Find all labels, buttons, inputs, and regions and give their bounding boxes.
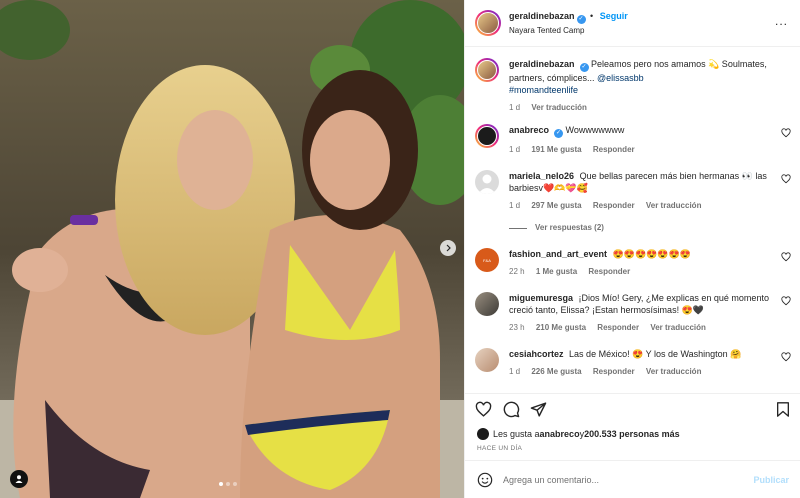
more-options-icon[interactable]: ... [775, 15, 788, 27]
comment-input[interactable] [503, 474, 743, 485]
heart-icon[interactable] [781, 352, 791, 362]
next-photo-button[interactable] [440, 240, 456, 256]
carousel-dots [219, 482, 237, 486]
follow-button[interactable]: Seguir [600, 11, 628, 21]
comment-likes[interactable]: 297 Me gusta [531, 201, 581, 210]
publish-button[interactable]: Publicar [753, 475, 789, 485]
verified-badge-icon: ✓ [579, 63, 589, 72]
reply-button[interactable]: Responder [593, 201, 635, 210]
comment-time[interactable]: 1 d [509, 367, 520, 376]
user-icon [15, 475, 23, 483]
chevron-right-icon [446, 244, 451, 252]
author-username[interactable]: geraldinebazan [509, 11, 575, 21]
author-avatar[interactable] [475, 10, 501, 36]
post-photo[interactable] [0, 0, 464, 498]
tagged-users-button[interactable] [10, 470, 28, 488]
caption: geraldinebazan ✓ Peleamos pero nos amamos… [475, 58, 793, 114]
caption-time[interactable]: 1 d [509, 103, 520, 112]
heart-icon[interactable] [475, 401, 492, 418]
comment-username[interactable]: mariela_nelo26 [509, 171, 574, 181]
caption-mention[interactable]: @elissasbb [597, 73, 644, 83]
verified-badge-icon: ✓ [576, 15, 586, 24]
liker-avatar [477, 428, 489, 440]
action-bar [465, 393, 800, 423]
comment-username[interactable]: cesiahcortez [509, 349, 564, 359]
default-avatar-icon [478, 174, 496, 194]
comment-username[interactable]: fashion_and_art_event [509, 249, 607, 259]
avatar[interactable] [475, 170, 499, 194]
comments-list[interactable]: geraldinebazan ✓ Peleamos pero nos amamos… [465, 48, 800, 392]
translate-link[interactable]: Ver traducción [646, 201, 702, 210]
separator: • [590, 11, 594, 21]
comment: anabreco ✓ Wowwwwwww 1 d 191 Me gusta Res… [475, 124, 793, 156]
comment-likes[interactable]: 226 Me gusta [531, 367, 581, 376]
comment-username[interactable]: anabreco [509, 125, 549, 135]
comment: miguemuresga ¡Dios Mío! Gery, ¿Me explic… [475, 292, 793, 334]
carousel-dot [226, 482, 230, 486]
reply-button[interactable]: Responder [593, 145, 635, 154]
translate-link[interactable]: Ver traducción [650, 323, 706, 332]
caption-username[interactable]: geraldinebazan [509, 59, 575, 69]
comment-likes[interactable]: 1 Me gusta [536, 267, 577, 276]
comment-time[interactable]: 23 h [509, 323, 525, 332]
comment-username[interactable]: miguemuresga [509, 293, 573, 303]
heart-icon[interactable] [781, 296, 791, 306]
comment: F&A fashion_and_art_event 😍😍😍😍😍😍😍 22 h 1… [475, 248, 793, 278]
divider [509, 227, 527, 229]
view-replies-button[interactable]: Ver respuestas (2) [509, 222, 779, 234]
carousel-dot [233, 482, 237, 486]
comment-time[interactable]: 22 h [509, 267, 525, 276]
post-timestamp[interactable]: HACE UN DÍA [477, 445, 522, 452]
emoji-icon[interactable] [477, 472, 493, 488]
comment-text: Wowwwwwww [565, 125, 625, 135]
likes-prefix: Les gusta a [493, 429, 540, 439]
comment-text: 😍😍😍😍😍😍😍 [612, 249, 692, 259]
avatar[interactable]: F&A [475, 248, 499, 272]
photo-scene [0, 0, 464, 498]
bookmark-icon[interactable] [775, 401, 791, 418]
avatar[interactable] [475, 348, 499, 372]
reply-button[interactable]: Responder [597, 323, 639, 332]
carousel-dot [219, 482, 223, 486]
comment-likes[interactable]: 191 Me gusta [531, 145, 581, 154]
verified-badge-icon: ✓ [554, 129, 564, 138]
share-icon[interactable] [530, 401, 547, 418]
likes-user[interactable]: anabreco [540, 429, 580, 439]
heart-icon[interactable] [781, 128, 791, 138]
comment-text: Las de México! 😍 Y los de Washington 🤗 [569, 349, 742, 359]
comment-time[interactable]: 1 d [509, 145, 520, 154]
reply-button[interactable]: Responder [588, 267, 630, 276]
comment: mariela_nelo26 Que bellas parecen más bi… [475, 170, 793, 234]
add-comment-bar: Publicar [465, 460, 800, 498]
avatar[interactable] [475, 58, 499, 82]
post-header: geraldinebazan ✓ • Seguir Nayara Tented C… [465, 0, 800, 47]
post-side-panel: geraldinebazan ✓ • Seguir Nayara Tented C… [464, 0, 800, 498]
comment-likes[interactable]: 210 Me gusta [536, 323, 586, 332]
likes-summary[interactable]: Les gusta a anabreco y 200.533 personas … [477, 428, 680, 440]
view-replies-label: Ver respuestas (2) [535, 223, 604, 232]
avatar[interactable] [475, 124, 499, 148]
caption-hashtag[interactable]: #momandteenlife [509, 85, 578, 95]
comment-time[interactable]: 1 d [509, 201, 520, 210]
avatar[interactable] [475, 292, 499, 316]
post-location[interactable]: Nayara Tented Camp [509, 26, 628, 35]
heart-icon[interactable] [781, 252, 791, 262]
heart-icon[interactable] [781, 174, 791, 184]
translate-link[interactable]: Ver traducción [646, 367, 702, 376]
likes-count[interactable]: 200.533 personas más [584, 429, 680, 439]
reply-button[interactable]: Responder [593, 367, 635, 376]
comment: cesiahcortez Las de México! 😍 Y los de W… [475, 348, 793, 378]
comment-icon[interactable] [503, 401, 520, 418]
translate-link[interactable]: Ver traducción [531, 103, 587, 112]
